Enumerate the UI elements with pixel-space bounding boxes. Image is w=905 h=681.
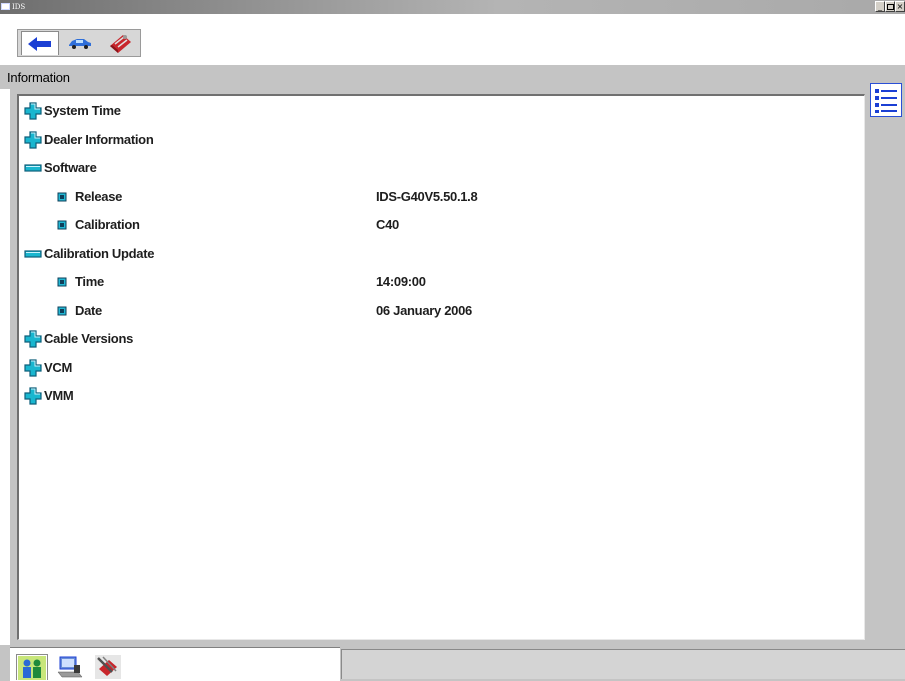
tree-item-system-time[interactable]: System Time <box>19 101 859 121</box>
tree-item-label: Calibration <box>75 217 140 232</box>
tree-item-label: Time <box>75 274 104 289</box>
tree-item-label: Cable Versions <box>44 331 134 346</box>
tab-toolbox[interactable] <box>101 31 139 55</box>
tools-icon <box>95 655 121 679</box>
computer-icon <box>57 656 83 678</box>
information-panel: System Time Dealer Information Software Rel… <box>10 89 905 645</box>
tree-item-value: 14:09:00 <box>376 274 426 289</box>
toolbox-icon <box>110 35 131 53</box>
tab-computer[interactable] <box>54 654 86 680</box>
leaf-bullet-icon <box>57 192 67 201</box>
people-icon <box>18 655 46 680</box>
panel-header: Information <box>0 65 905 89</box>
tree-item-dealer-information[interactable]: Dealer Information <box>19 130 859 150</box>
list-icon <box>875 89 897 113</box>
expand-plus-icon[interactable] <box>24 330 42 348</box>
window-controls: _ × <box>875 1 905 13</box>
bottom-tab-bar <box>10 647 340 681</box>
tree-item-label: Dealer Information <box>44 131 154 147</box>
tab-people[interactable] <box>16 654 48 680</box>
tree-item-vcm[interactable]: VCM <box>19 358 859 378</box>
window-title: IDS <box>12 3 26 11</box>
leaf-bullet-icon <box>57 277 67 287</box>
tab-back[interactable] <box>21 31 59 55</box>
leaf-bullet-icon <box>57 306 67 315</box>
expand-plus-icon[interactable] <box>24 102 42 120</box>
tree-item-label: Release <box>75 188 123 204</box>
panel-title: Information <box>7 70 70 85</box>
expand-plus-icon[interactable] <box>24 387 42 405</box>
information-tree[interactable]: System Time Dealer Information Software Rel… <box>17 94 865 640</box>
close-button[interactable]: × <box>895 1 905 12</box>
restore-icon <box>886 4 894 10</box>
minimize-button[interactable]: _ <box>875 1 885 12</box>
tree-item-value: 06 January 2006 <box>376 302 472 318</box>
status-bar <box>0 645 905 681</box>
collapse-minus-icon[interactable] <box>24 159 42 177</box>
tree-item-cable-versions[interactable]: Cable Versions <box>19 329 859 349</box>
tree-item-date[interactable]: Date 06 January 2006 <box>19 301 859 321</box>
tree-item-release[interactable]: Release IDS-G40V5.50.1.8 <box>19 187 859 207</box>
window-system-icon[interactable] <box>1 3 10 10</box>
tree-item-value: C40 <box>376 217 399 232</box>
expand-plus-icon[interactable] <box>24 358 42 377</box>
tree-item-vmm[interactable]: VMM <box>19 386 859 406</box>
window-titlebar[interactable]: IDS _ × <box>0 0 905 14</box>
collapse-minus-icon[interactable] <box>24 245 42 263</box>
car-icon <box>69 39 91 49</box>
tree-item-label: VMM <box>44 388 74 403</box>
expand-plus-icon[interactable] <box>24 130 42 149</box>
back-arrow-icon <box>28 36 51 51</box>
tab-tools[interactable] <box>92 654 124 680</box>
top-toolbar <box>0 14 905 65</box>
tree-item-time[interactable]: Time 14:09:00 <box>19 272 859 292</box>
tree-item-value: IDS-G40V5.50.1.8 <box>376 188 478 204</box>
status-message-field <box>341 649 905 679</box>
tree-item-label: System Time <box>44 103 121 118</box>
tab-vehicle[interactable] <box>61 31 99 55</box>
top-tab-bar <box>17 29 141 57</box>
tree-item-label: Calibration Update <box>44 245 155 261</box>
leaf-bullet-icon <box>57 220 67 230</box>
list-view-button[interactable] <box>870 83 902 117</box>
tree-item-calibration[interactable]: Calibration C40 <box>19 215 859 235</box>
tree-item-label: VCM <box>44 359 72 375</box>
tree-item-software[interactable]: Software <box>19 158 859 178</box>
tree-item-label: Date <box>75 302 102 318</box>
tree-item-label: Software <box>44 160 97 175</box>
restore-button[interactable] <box>885 1 895 12</box>
tree-item-calibration-update[interactable]: Calibration Update <box>19 244 859 264</box>
